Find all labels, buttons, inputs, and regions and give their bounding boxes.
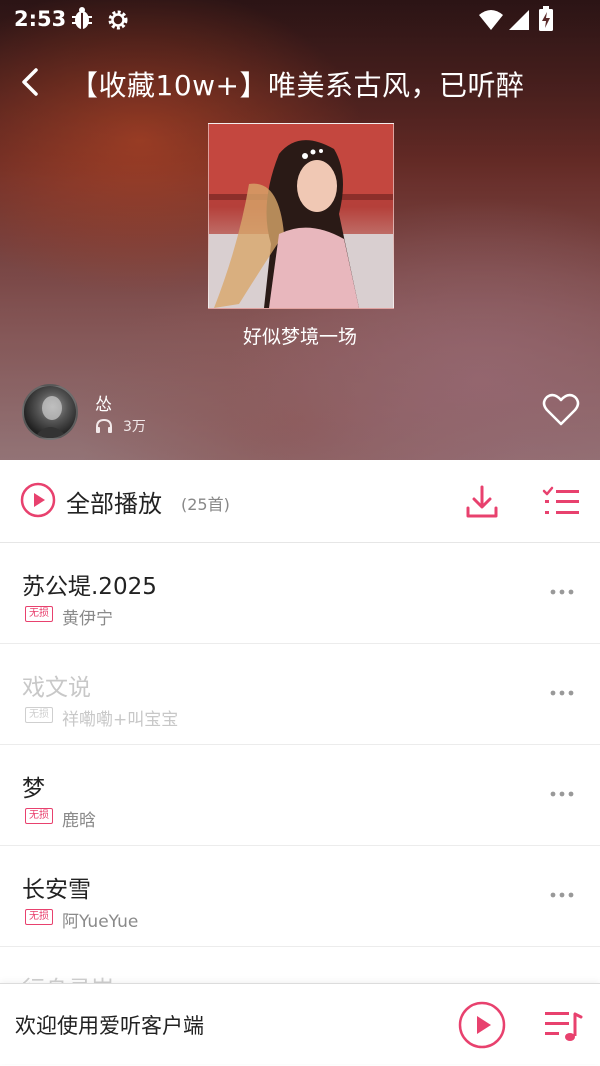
- heart-outline-icon[interactable]: [542, 393, 580, 427]
- play-all-button[interactable]: 全部播放: [66, 484, 162, 519]
- song-row-partial[interactable]: 行舟寻岸: [0, 946, 600, 986]
- gear-icon: [108, 10, 128, 30]
- cover-artwork: [209, 124, 393, 308]
- headphones-icon: [96, 418, 112, 433]
- battery-charging-icon: [539, 6, 553, 31]
- more-options-icon[interactable]: [548, 888, 576, 902]
- cover-title: 好似梦境一场: [242, 326, 357, 348]
- song-title: 戏文说: [22, 675, 91, 701]
- song-artist: 鹿晗: [62, 811, 96, 831]
- mini-player-text: 欢迎使用爱听客户端: [15, 1014, 204, 1038]
- song-count: (25首): [181, 495, 230, 514]
- mini-player[interactable]: 欢迎使用爱听客户端: [0, 983, 600, 1064]
- song-title: 长安雪: [22, 877, 91, 903]
- more-options-icon[interactable]: [548, 787, 576, 801]
- status-bar: 2:53: [0, 0, 600, 40]
- song-title: 梦: [22, 776, 45, 802]
- back-arrow-icon[interactable]: [12, 62, 52, 102]
- play-circle-icon[interactable]: [457, 1000, 507, 1050]
- song-row[interactable]: 戏文说 无损 祥嘞嘞+叫宝宝: [0, 644, 600, 745]
- song-list: 苏公堤.2025 无损 黄伊宁 戏文说 无损 祥嘞嘞+叫宝宝 梦 无损 鹿晗 长…: [0, 543, 600, 947]
- creator-avatar[interactable]: [22, 384, 78, 440]
- playlist-cover-image[interactable]: [208, 123, 394, 309]
- action-bar: 全部播放 (25首): [0, 460, 600, 543]
- status-time: 2:53: [14, 7, 67, 31]
- lossless-badge: 无损: [25, 909, 53, 925]
- song-artist: 祥嘞嘞+叫宝宝: [62, 710, 179, 730]
- play-circle-icon[interactable]: [20, 482, 56, 518]
- song-row[interactable]: 苏公堤.2025 无损 黄伊宁: [0, 543, 600, 644]
- creator-name[interactable]: 怂: [95, 390, 112, 415]
- song-artist: 阿YueYue: [62, 912, 139, 932]
- download-icon[interactable]: [465, 484, 499, 520]
- listen-count: 3万: [123, 419, 146, 435]
- page-title: 【收藏10w+】唯美系古风，已听醉: [70, 69, 525, 102]
- lossless-badge: 无损: [25, 707, 53, 723]
- playlist-queue-icon[interactable]: [543, 1008, 583, 1044]
- multi-select-list-icon[interactable]: [542, 486, 580, 518]
- avatar-image: [34, 396, 68, 438]
- wifi-icon: [479, 10, 503, 30]
- bug-icon: [72, 7, 92, 29]
- top-bar: 【收藏10w+】唯美系古风，已听醉: [0, 52, 600, 112]
- song-title: 苏公堤.2025: [22, 574, 157, 600]
- song-row[interactable]: 长安雪 无损 阿YueYue: [0, 846, 600, 947]
- more-options-icon[interactable]: [548, 585, 576, 599]
- song-row[interactable]: 梦 无损 鹿晗: [0, 745, 600, 846]
- lossless-badge: 无损: [25, 606, 53, 622]
- lossless-badge: 无损: [25, 808, 53, 824]
- playlist-header: 2:53 【收藏10w+】唯美系古风，已听醉 好似梦境一场 怂 3万: [0, 0, 600, 460]
- signal-icon: [509, 10, 529, 30]
- song-artist: 黄伊宁: [62, 609, 113, 629]
- more-options-icon[interactable]: [548, 686, 576, 700]
